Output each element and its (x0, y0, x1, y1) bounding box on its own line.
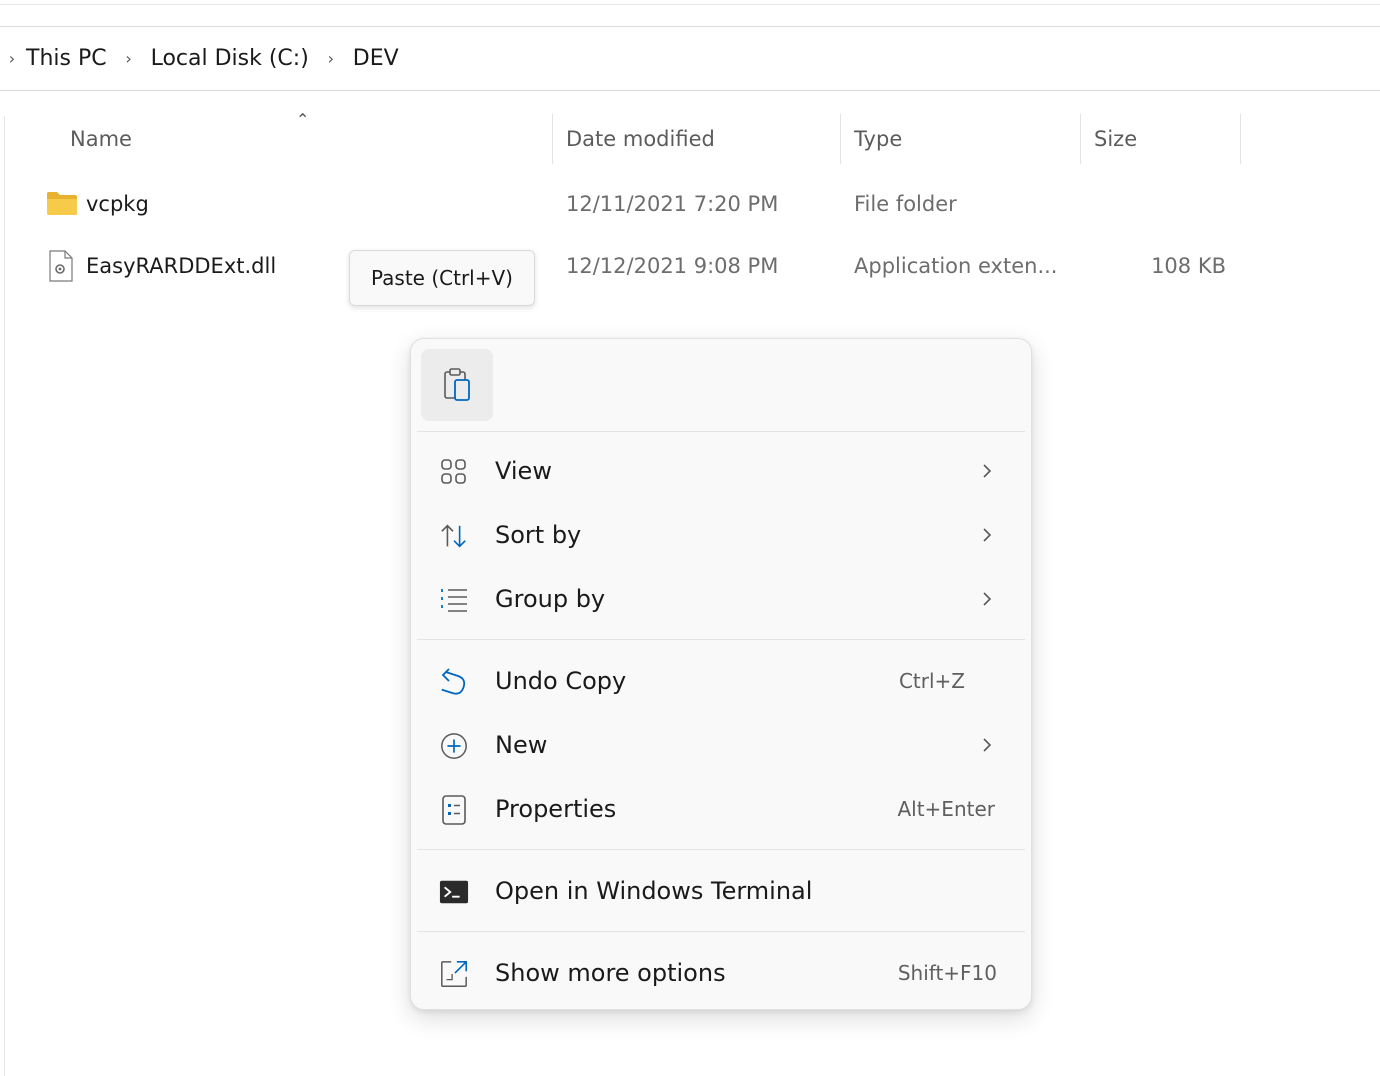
file-date: 12/12/2021 9:08 PM (566, 254, 779, 278)
menu-item-new[interactable]: New (417, 715, 1025, 775)
menu-item-label: Sort by (495, 521, 582, 549)
menu-item-label: View (495, 457, 552, 485)
menu-divider (417, 931, 1025, 932)
chevron-right-icon[interactable]: › (311, 49, 351, 68)
menu-item-shortcut: Alt+Enter (897, 797, 995, 821)
file-type: File folder (854, 192, 957, 216)
group-list-icon (439, 585, 469, 615)
menu-item-open-terminal[interactable]: Open in Windows Terminal (417, 861, 1025, 921)
undo-icon (439, 667, 469, 697)
breadcrumb: › This PC › Local Disk (C:) › DEV (0, 26, 1380, 91)
menu-item-group-by[interactable]: Group by (417, 569, 1025, 629)
menu-item-show-more-options[interactable]: Show more options Shift+F10 (417, 943, 1025, 1003)
chevron-right-icon[interactable]: › (0, 49, 24, 68)
column-header-name-label: Name (70, 127, 132, 151)
file-row[interactable]: vcpkg 12/11/2021 7:20 PM File folder (0, 180, 1380, 228)
column-resize-handle[interactable] (552, 114, 553, 164)
file-name: vcpkg (86, 192, 149, 216)
chevron-right-icon (983, 464, 992, 478)
chevron-right-icon (983, 592, 992, 606)
column-header-size[interactable]: Size (1094, 114, 1238, 164)
file-size: 108 KB (1151, 254, 1226, 278)
menu-item-undo-copy[interactable]: Undo Copy Ctrl+Z (417, 651, 1025, 711)
file-type: Application exten... (854, 254, 1058, 278)
menu-item-label: Open in Windows Terminal (495, 877, 813, 905)
dll-file-icon (49, 250, 73, 282)
file-date: 12/11/2021 7:20 PM (566, 192, 779, 216)
menu-item-label: New (495, 731, 548, 759)
menu-item-label: Properties (495, 795, 617, 823)
menu-item-shortcut: Ctrl+Z (898, 669, 965, 693)
paste-tooltip: Paste (Ctrl+V) (349, 250, 535, 306)
chevron-right-icon (983, 528, 992, 542)
menu-divider (417, 431, 1025, 432)
context-menu: View Sort by Group by Undo Copy Ctrl+Z N… (410, 338, 1032, 1010)
menu-divider (417, 849, 1025, 850)
menu-item-sort-by[interactable]: Sort by (417, 505, 1025, 565)
terminal-icon (439, 877, 469, 907)
menu-item-label: Undo Copy (495, 667, 627, 695)
paste-icon (444, 368, 470, 401)
sort-icon (439, 521, 469, 551)
column-header-type[interactable]: Type (854, 114, 1078, 164)
menu-divider (417, 639, 1025, 640)
menu-item-properties[interactable]: Properties Alt+Enter (417, 779, 1025, 839)
column-header-date-label: Date modified (566, 127, 715, 151)
more-options-icon (439, 959, 469, 989)
chevron-right-icon (983, 738, 992, 752)
menu-item-label: Show more options (495, 959, 726, 987)
column-header-name[interactable]: Name (70, 114, 550, 164)
column-resize-handle[interactable] (1240, 114, 1241, 164)
column-resize-handle[interactable] (1080, 114, 1081, 164)
breadcrumb-dev[interactable]: DEV (351, 46, 401, 71)
file-name: EasyRARDDExt.dll (86, 254, 277, 278)
breadcrumb-local-disk[interactable]: Local Disk (C:) (149, 46, 311, 71)
properties-icon (439, 795, 469, 825)
paste-button[interactable] (421, 349, 493, 421)
menu-item-label: Group by (495, 585, 606, 613)
column-header-type-label: Type (854, 127, 903, 151)
add-circle-icon (439, 731, 469, 761)
file-row[interactable]: EasyRARDDExt.dll 12/12/2021 9:08 PM Appl… (0, 242, 1380, 290)
column-header-date[interactable]: Date modified (566, 114, 838, 164)
tooltip-text: Paste (Ctrl+V) (371, 266, 513, 290)
view-grid-icon (439, 457, 469, 487)
column-header-size-label: Size (1094, 127, 1138, 151)
chevron-right-icon[interactable]: › (109, 49, 149, 68)
menu-item-view[interactable]: View (417, 441, 1025, 501)
breadcrumb-this-pc[interactable]: This PC (24, 46, 109, 71)
column-resize-handle[interactable] (840, 114, 841, 164)
folder-icon (47, 192, 77, 215)
window-top-edge (0, 0, 1380, 27)
file-size (1094, 180, 1226, 228)
menu-item-shortcut: Shift+F10 (897, 961, 997, 985)
